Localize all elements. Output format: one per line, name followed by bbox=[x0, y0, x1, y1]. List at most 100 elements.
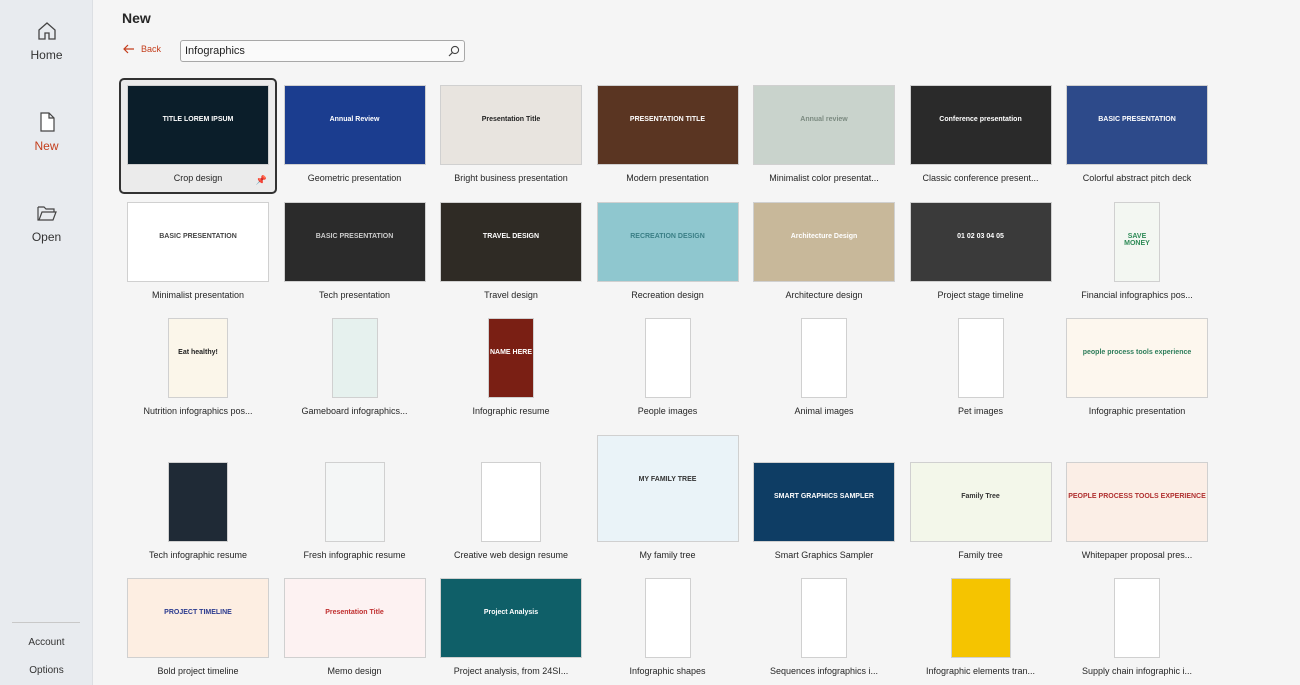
template-thumbnail[interactable]: SMART GRAPHICS SAMPLER bbox=[753, 462, 895, 542]
template-tile[interactable]: people process tools experience Infograph… bbox=[1060, 318, 1214, 416]
thumbnail-title: Conference presentation bbox=[939, 115, 1022, 123]
template-thumbnail[interactable]: Family Tree bbox=[909, 462, 1052, 542]
pin-icon[interactable]: 📌 bbox=[256, 175, 267, 186]
template-thumbnail[interactable] bbox=[481, 462, 541, 542]
template-thumbnail[interactable]: RECREATION DESIGN bbox=[596, 202, 739, 282]
template-tile[interactable]: Annual Review Geometric presentation bbox=[278, 85, 432, 183]
template-thumbnail[interactable]: Presentation Title bbox=[283, 578, 426, 658]
template-name: Memo design bbox=[327, 666, 382, 676]
template-tile[interactable]: SAVE MONEY Financial infographics pos... bbox=[1060, 202, 1214, 300]
template-tile[interactable]: Project Analysis Project analysis, from 2… bbox=[434, 578, 588, 676]
thumbnail-area bbox=[910, 318, 1052, 398]
template-thumbnail[interactable] bbox=[644, 578, 691, 658]
thumbnail-title: Presentation Title bbox=[481, 115, 541, 123]
template-tile[interactable]: BASIC PRESENTATION Minimalist presentatio… bbox=[121, 202, 275, 300]
template-tile[interactable]: Annual review Minimalist color presentat.… bbox=[747, 85, 901, 183]
template-thumbnail[interactable]: Annual review bbox=[753, 85, 895, 165]
template-tile[interactable]: Infographic shapes bbox=[591, 578, 745, 676]
template-thumbnail[interactable] bbox=[957, 318, 1004, 398]
template-tile[interactable]: Presentation Title Bright business presen… bbox=[434, 85, 588, 183]
template-tile[interactable]: Supply chain infographic i... bbox=[1060, 578, 1214, 676]
thumbnail-title: TITLE LOREM IPSUM bbox=[162, 115, 234, 123]
template-thumbnail[interactable]: BASIC PRESENTATION bbox=[283, 202, 426, 282]
thumbnail-title: PEOPLE PROCESS TOOLS EXPERIENCE bbox=[1068, 492, 1206, 500]
thumbnail-area: Architecture Design bbox=[753, 202, 895, 282]
template-thumbnail[interactable] bbox=[801, 318, 847, 398]
template-thumbnail[interactable] bbox=[331, 318, 378, 398]
template-thumbnail[interactable]: TITLE LOREM IPSUM bbox=[127, 85, 269, 165]
template-tile[interactable]: PROJECT TIMELINE Bold project timeline bbox=[121, 578, 275, 676]
template-tile[interactable]: People images bbox=[591, 318, 745, 416]
template-tile[interactable]: Creative web design resume bbox=[434, 435, 588, 560]
template-thumbnail[interactable] bbox=[324, 462, 385, 542]
sidebar-item-label: Home bbox=[30, 48, 63, 62]
template-thumbnail[interactable]: BASIC PRESENTATION bbox=[1066, 85, 1208, 165]
template-tile[interactable]: Conference presentation Classic conferenc… bbox=[904, 85, 1058, 183]
template-name: Modern presentation bbox=[626, 173, 709, 183]
template-tile[interactable]: NAME HERE Infographic resume bbox=[434, 318, 588, 416]
thumbnail-title: PROJECT TIMELINE bbox=[164, 608, 232, 616]
template-tile[interactable]: Gameboard infographics... bbox=[278, 318, 432, 416]
template-name: Minimalist presentation bbox=[151, 290, 245, 300]
sidebar-item-label: Open bbox=[31, 230, 62, 244]
thumbnail-area: Eat healthy! bbox=[127, 318, 269, 398]
template-tile[interactable]: Tech infographic resume bbox=[121, 435, 275, 560]
thumbnail-area: TRAVEL DESIGN bbox=[440, 202, 582, 282]
template-tile[interactable]: Architecture Design Architecture design bbox=[747, 202, 901, 300]
template-tile[interactable]: Pet images bbox=[904, 318, 1058, 416]
template-tile[interactable]: BASIC PRESENTATION Tech presentation bbox=[278, 202, 432, 300]
template-thumbnail[interactable]: people process tools experience bbox=[1066, 318, 1208, 398]
template-tile[interactable]: Infographic elements tran... bbox=[904, 578, 1058, 676]
template-tile[interactable]: TITLE LOREM IPSUM Crop design 📌 bbox=[119, 78, 277, 194]
template-tile[interactable]: Family Tree Family tree bbox=[904, 435, 1058, 560]
back-button[interactable]: Back bbox=[123, 44, 161, 54]
template-tile[interactable]: SMART GRAPHICS SAMPLER Smart Graphics Sam… bbox=[747, 435, 901, 560]
template-thumbnail[interactable]: NAME HERE bbox=[488, 318, 534, 398]
template-name: Creative web design resume bbox=[453, 550, 569, 560]
template-tile[interactable]: TRAVEL DESIGN Travel design bbox=[434, 202, 588, 300]
template-thumbnail[interactable]: SAVE MONEY bbox=[1114, 202, 1160, 282]
template-tile[interactable]: RECREATION DESIGN Recreation design bbox=[591, 202, 745, 300]
template-tile[interactable]: Sequences infographics i... bbox=[747, 578, 901, 676]
search-input[interactable] bbox=[185, 45, 448, 57]
template-tile[interactable]: 01 02 03 04 05 Project stage timeline bbox=[904, 202, 1058, 300]
template-thumbnail[interactable] bbox=[1114, 578, 1160, 658]
template-tile[interactable]: Eat healthy! Nutrition infographics pos..… bbox=[121, 318, 275, 416]
sidebar-item-account[interactable]: Account bbox=[0, 637, 93, 648]
template-thumbnail[interactable]: Eat healthy! bbox=[168, 318, 228, 398]
sidebar-item-home[interactable]: Home bbox=[0, 20, 93, 62]
template-thumbnail[interactable]: 01 02 03 04 05 bbox=[909, 202, 1052, 282]
template-tile[interactable]: PEOPLE PROCESS TOOLS EXPERIENCE Whitepape… bbox=[1060, 435, 1214, 560]
template-thumbnail[interactable]: TRAVEL DESIGN bbox=[440, 202, 582, 282]
thumbnail-area bbox=[597, 318, 739, 398]
template-thumbnail[interactable]: PEOPLE PROCESS TOOLS EXPERIENCE bbox=[1066, 462, 1208, 542]
template-thumbnail[interactable]: Architecture Design bbox=[753, 202, 895, 282]
template-thumbnail[interactable]: MY FAMILY TREE bbox=[596, 435, 739, 542]
template-thumbnail[interactable]: Presentation Title bbox=[440, 85, 582, 165]
template-tile[interactable]: Fresh infographic resume bbox=[278, 435, 432, 560]
template-tile[interactable]: MY FAMILY TREE My family tree bbox=[591, 435, 745, 560]
template-name: Infographic presentation bbox=[1088, 406, 1186, 416]
template-name: Sequences infographics i... bbox=[769, 666, 879, 676]
template-tile[interactable]: Presentation Title Memo design bbox=[278, 578, 432, 676]
template-tile[interactable]: BASIC PRESENTATION Colorful abstract pitc… bbox=[1060, 85, 1214, 183]
template-thumbnail[interactable]: PROJECT TIMELINE bbox=[127, 578, 269, 658]
template-tile[interactable]: PRESENTATION TITLE Modern presentation bbox=[591, 85, 745, 183]
template-thumbnail[interactable] bbox=[950, 578, 1011, 658]
template-thumbnail[interactable]: PRESENTATION TITLE bbox=[596, 85, 739, 165]
template-thumbnail[interactable]: Project Analysis bbox=[440, 578, 582, 658]
thumbnail-title: 01 02 03 04 05 bbox=[957, 232, 1004, 240]
sidebar-item-options[interactable]: Options bbox=[0, 665, 93, 676]
sidebar-item-open[interactable]: Open bbox=[0, 202, 93, 244]
sidebar-item-new[interactable]: New bbox=[0, 111, 93, 153]
search-icon[interactable] bbox=[448, 45, 460, 57]
template-name: Architecture design bbox=[785, 290, 863, 300]
template-thumbnail[interactable] bbox=[168, 462, 228, 542]
sidebar: Home New Open Account Options bbox=[0, 0, 93, 685]
template-thumbnail[interactable]: Annual Review bbox=[283, 85, 426, 165]
template-thumbnail[interactable] bbox=[644, 318, 691, 398]
template-thumbnail[interactable]: Conference presentation bbox=[909, 85, 1052, 165]
template-thumbnail[interactable] bbox=[801, 578, 847, 658]
template-tile[interactable]: Animal images bbox=[747, 318, 901, 416]
template-thumbnail[interactable]: BASIC PRESENTATION bbox=[127, 202, 269, 282]
